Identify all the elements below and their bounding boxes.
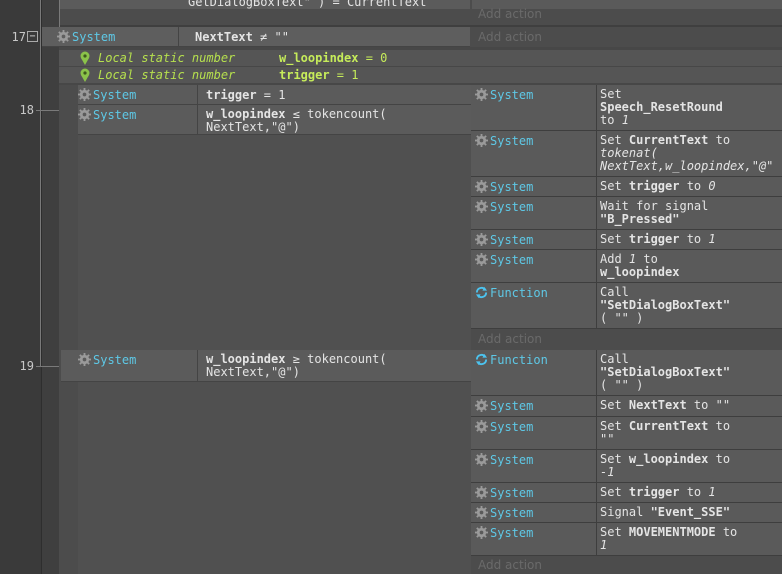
function-loop-icon — [475, 286, 488, 299]
function-object: Function — [490, 353, 548, 367]
action-text: Call "SetDialogBoxText"( "" ) — [596, 283, 782, 328]
action-row[interactable]: System Set CurrentText to "" — [471, 417, 782, 450]
event-19-condition[interactable]: System w_loopindex ≥ tokencount(NextText… — [61, 350, 471, 382]
action-row[interactable]: System Set trigger to 1 — [471, 483, 782, 503]
local-variable-row[interactable]: Local static number trigger = 1 — [59, 67, 782, 83]
system-object: System — [93, 108, 137, 122]
gear-icon — [57, 30, 70, 43]
condition-text: w_loopindex ≤ tokencount(NextText,"@") — [206, 107, 387, 134]
system-object: System — [490, 420, 534, 434]
event-18-condition-1[interactable]: System trigger = 1 — [78, 85, 471, 105]
action-text: Set Speech_ResetRound to 1 — [596, 85, 782, 130]
action-text: Set CurrentText to "" — [596, 417, 782, 449]
pin-icon — [80, 51, 90, 65]
system-object: System — [490, 453, 534, 467]
add-action-link[interactable]: Add action — [478, 558, 542, 572]
action-text: Set CurrentText to tokenat(NextText,w_loo… — [596, 131, 782, 176]
system-object: System — [490, 506, 534, 520]
action-text: Set w_loopindex to -1 — [596, 450, 782, 482]
collapse-icon[interactable]: − — [27, 31, 38, 42]
action-row[interactable]: Function Call "SetDialogBoxText"( "" ) — [471, 350, 782, 396]
local-variable-decl: w_loopindex = 0 — [279, 51, 388, 65]
action-row[interactable]: Function Call "SetDialogBoxText"( "" ) — [471, 283, 782, 329]
gear-icon — [475, 453, 488, 466]
system-object: System — [490, 233, 534, 247]
action-row[interactable]: System Add 1 to w_loopindex — [471, 250, 782, 283]
action-row[interactable]: System Set w_loopindex to -1 — [471, 450, 782, 483]
add-action-link[interactable]: Add action — [478, 332, 542, 346]
gear-icon — [475, 486, 488, 499]
action-text: Add 1 to w_loopindex — [596, 250, 782, 282]
action-row[interactable]: System Set MOVEMENTMODE to 1 — [471, 523, 782, 556]
event-17-condition[interactable]: System NextText ≠ "" — [42, 27, 470, 47]
action-text: Set MOVEMENTMODE to 1 — [596, 523, 782, 555]
gear-icon — [475, 399, 488, 412]
system-object: System — [490, 134, 534, 148]
gear-icon — [78, 108, 91, 121]
action-row[interactable]: System Set trigger to 0 — [471, 177, 782, 197]
gear-icon — [475, 253, 488, 266]
gear-icon — [475, 233, 488, 246]
add-action-link[interactable]: Add action — [478, 7, 542, 21]
pin-icon — [80, 68, 90, 82]
action-text: Signal "Event_SSE" — [596, 503, 782, 522]
action-text: Wait for signal "B_Pressed" — [596, 197, 782, 229]
system-object: System — [490, 399, 534, 413]
action-text: Set NextText to "" — [596, 396, 782, 416]
line-number-19: 19 — [19, 359, 34, 373]
function-loop-icon — [475, 353, 488, 366]
condition-text: trigger = 1 — [206, 88, 286, 102]
action-text: Call "SetDialogBoxText"( "" ) — [596, 350, 782, 395]
action-row[interactable]: System Set trigger to 1 — [471, 230, 782, 250]
system-object: System — [490, 526, 534, 540]
condition-text: GetDialogBoxText" ) = CurrentText — [188, 0, 427, 9]
gear-icon — [475, 180, 488, 193]
action-row[interactable]: System Set Speech_ResetRound to 1 — [471, 85, 782, 131]
gear-icon — [475, 526, 488, 539]
system-object: System — [93, 353, 137, 367]
action-row[interactable]: System Set NextText to "" — [471, 396, 782, 417]
function-object: Function — [490, 286, 548, 300]
gear-icon — [78, 88, 91, 101]
gear-icon — [78, 353, 91, 366]
line-gutter — [0, 0, 42, 574]
action-row[interactable]: System Set CurrentText to tokenat(NextTex… — [471, 131, 782, 177]
event-18-condition-2[interactable]: System w_loopindex ≤ tokencount(NextText… — [78, 105, 471, 135]
condition-text: NextText ≠ "" — [195, 30, 289, 44]
system-object: System — [57, 30, 115, 44]
gear-icon — [475, 88, 488, 101]
gear-icon — [475, 420, 488, 433]
tree-branch — [36, 366, 60, 367]
tree-line — [40, 0, 41, 366]
action-row[interactable]: System Signal "Event_SSE" — [471, 503, 782, 523]
system-object: System — [93, 88, 137, 102]
line-number-17: 17 — [11, 30, 26, 44]
system-object: System — [490, 200, 534, 214]
system-object: System — [490, 180, 534, 194]
gear-icon — [475, 200, 488, 213]
system-object: System — [490, 486, 534, 500]
tree-branch — [36, 110, 60, 111]
gear-icon — [475, 506, 488, 519]
action-row[interactable]: System Wait for signal "B_Pressed" — [471, 197, 782, 230]
action-text: Set trigger to 1 — [596, 483, 782, 502]
local-variable-decl: trigger = 1 — [279, 68, 359, 82]
local-variable-row[interactable]: Local static number w_loopindex = 0 — [59, 50, 782, 66]
system-object: System — [490, 253, 534, 267]
event-block-top: GetDialogBoxText" ) = CurrentText Add ac… — [60, 0, 782, 25]
gear-icon — [475, 134, 488, 147]
line-number-18: 18 — [19, 103, 34, 117]
condition-text: w_loopindex ≥ tokencount(NextText,"@") — [206, 352, 387, 379]
add-action-link[interactable]: Add action — [478, 30, 542, 44]
system-object: System — [490, 88, 534, 102]
action-text: Set trigger to 1 — [596, 230, 782, 249]
action-text: Set trigger to 0 — [596, 177, 782, 196]
